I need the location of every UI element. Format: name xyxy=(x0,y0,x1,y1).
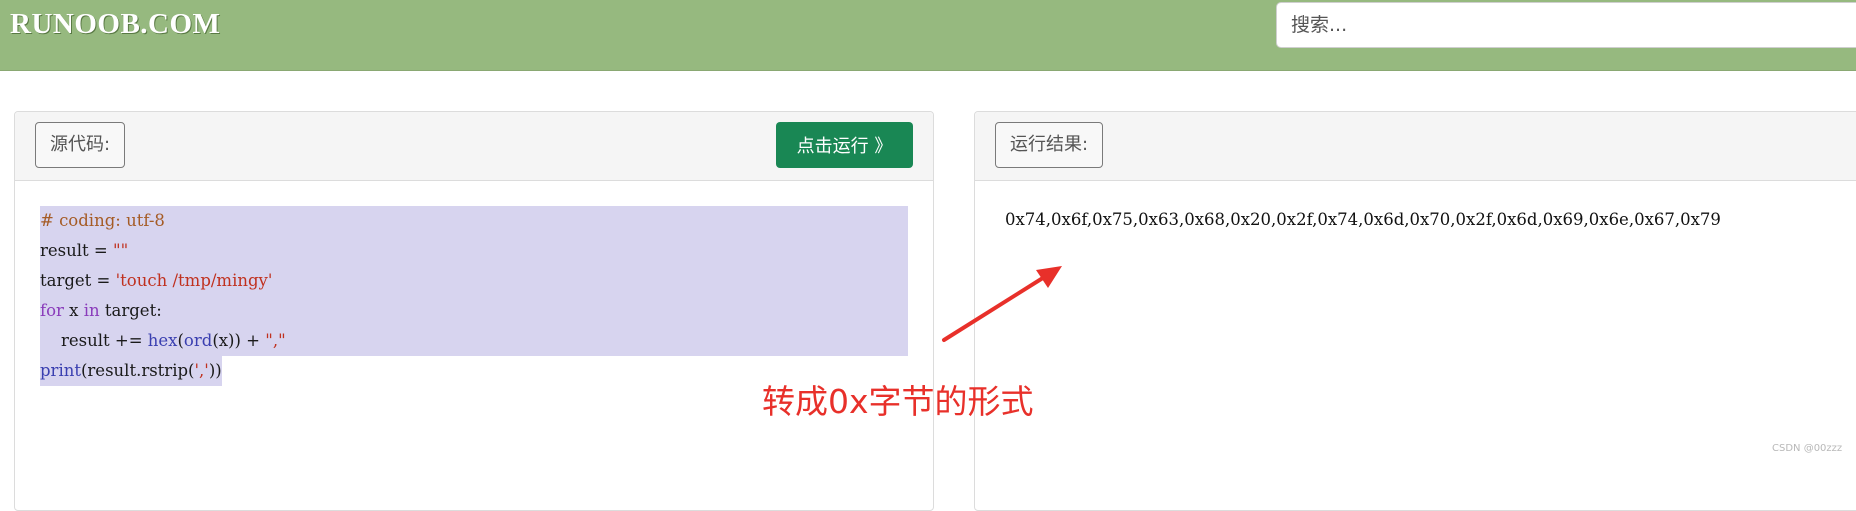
code-line: result += hex(ord(x)) + "," xyxy=(40,326,908,356)
code-text: result += xyxy=(40,331,148,350)
code-text: (result.rstrip( xyxy=(80,361,195,380)
code-function: ord xyxy=(183,331,213,350)
search-input[interactable] xyxy=(1276,2,1856,48)
code-text: )) xyxy=(208,361,222,380)
code-text: x xyxy=(63,301,84,320)
code-comment: # coding: utf-8 xyxy=(40,211,165,230)
code-line: # coding: utf-8 xyxy=(40,206,908,236)
code-text: result = xyxy=(40,241,113,260)
arrow-icon xyxy=(942,266,1062,342)
run-output: 0x74,0x6f,0x75,0x63,0x68,0x20,0x2f,0x74,… xyxy=(1005,210,1721,229)
code-line: for x in target: xyxy=(40,296,908,326)
code-text: target: xyxy=(99,301,162,320)
code-string: "" xyxy=(112,241,129,260)
code-keyword: for xyxy=(40,301,64,320)
code-editor[interactable]: # coding: utf-8 result = "" target = 'to… xyxy=(40,206,908,386)
code-string: 'touch /tmp/mingy' xyxy=(115,271,273,290)
result-label: 运行结果: xyxy=(995,122,1104,168)
code-text: target = xyxy=(40,271,116,290)
code-function: hex xyxy=(147,331,178,350)
code-line: target = 'touch /tmp/mingy' xyxy=(40,266,908,296)
watermark: CSDN @00zzz xyxy=(1772,443,1843,454)
source-panel-header: 源代码: 点击运行 》 xyxy=(15,112,933,181)
code-function: print xyxy=(40,361,81,380)
code-text: (x)) + xyxy=(212,331,266,350)
code-string: ',' xyxy=(194,361,209,380)
result-panel-header: 运行结果: xyxy=(975,112,1856,181)
run-button[interactable]: 点击运行 》 xyxy=(776,122,913,168)
code-string: "," xyxy=(265,331,286,350)
code-keyword: in xyxy=(83,301,100,320)
code-line: result = "" xyxy=(40,236,908,266)
top-bar: RUNOOB.COM xyxy=(0,0,1856,71)
site-logo[interactable]: RUNOOB.COM xyxy=(10,8,220,41)
source-code-label: 源代码: xyxy=(35,122,126,168)
source-code-panel: 源代码: 点击运行 》 # coding: utf-8 result = "" … xyxy=(14,111,934,511)
result-panel: 运行结果: 0x74,0x6f,0x75,0x63,0x68,0x20,0x2f… xyxy=(974,111,1856,511)
annotation-text: 转成0x字节的形式 xyxy=(762,382,1034,421)
